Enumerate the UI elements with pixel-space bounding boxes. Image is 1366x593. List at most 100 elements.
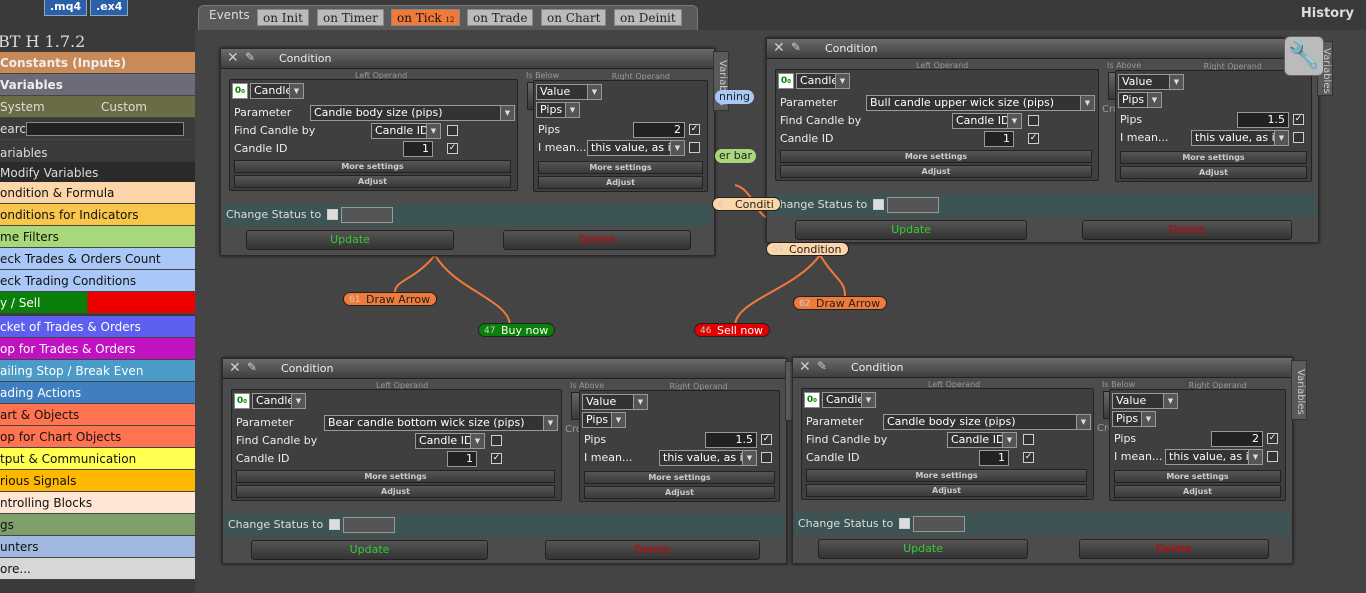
status-select[interactable]	[341, 207, 393, 223]
status-checkbox[interactable]	[873, 199, 884, 210]
adjust-button[interactable]: Adjust	[1120, 166, 1307, 179]
left-type-select[interactable]: Candle ▼	[822, 392, 876, 408]
close-icon[interactable]: ✕	[799, 359, 811, 375]
sidebar-item[interactable]: Variables	[0, 74, 195, 96]
sidebar-item[interactable]: gs	[0, 514, 195, 536]
status-checkbox[interactable]	[329, 519, 340, 530]
pin-icon[interactable]: ✎	[245, 50, 255, 64]
pips-checkbox[interactable]: ✓	[1267, 433, 1278, 444]
sidebar-item[interactable]: op for Chart Objects	[0, 426, 195, 448]
draw-arrow-node[interactable]: 62 Draw Arrow	[793, 296, 888, 310]
adjust-button[interactable]: Adjust	[1114, 485, 1281, 498]
delete-button[interactable]: Delete	[1082, 220, 1292, 240]
candle-id-input[interactable]: 1	[984, 131, 1014, 147]
i-mean-select[interactable]: this value, as is ▼	[1165, 449, 1263, 465]
sidebar-item[interactable]: me Filters	[0, 226, 195, 248]
adjust-button[interactable]: Adjust	[236, 485, 555, 498]
pin-icon[interactable]: ✎	[791, 40, 801, 54]
parameter-select[interactable]: Candle body size (pips) ▼	[883, 414, 1091, 430]
running-node[interactable]: nning	[715, 90, 754, 104]
pips-input[interactable]: 1.5	[1237, 112, 1289, 128]
sidebar-item[interactable]: art & Objects	[0, 404, 195, 426]
variables-tab[interactable]: Variables	[1291, 360, 1307, 420]
sidebar-item[interactable]: ailing Stop / Break Even	[0, 360, 195, 382]
left-type-select[interactable]: Candle ▼	[250, 83, 304, 99]
sidebar-item[interactable]: y / Sell	[0, 292, 195, 314]
update-button[interactable]: Update	[246, 230, 454, 250]
close-icon[interactable]: ✕	[773, 40, 785, 56]
ex4-button[interactable]: .ex4	[90, 0, 129, 16]
status-select[interactable]	[887, 197, 939, 213]
left-type-select[interactable]: Candle ▼	[252, 393, 306, 409]
status-checkbox[interactable]	[899, 518, 910, 529]
more-settings-button[interactable]: More settings	[538, 161, 703, 174]
sidebar-item[interactable]: unters	[0, 536, 195, 558]
i-mean-select[interactable]: this value, as is ▼	[1191, 130, 1289, 146]
candle-id-checkbox[interactable]: ✓	[447, 143, 458, 154]
adjust-button[interactable]: Adjust	[538, 176, 703, 189]
tab-on-trade[interactable]: on Trade	[467, 9, 534, 26]
draw-arrow-node[interactable]: 61 Draw Arrow	[343, 292, 438, 306]
mq4-button[interactable]: .mq4	[44, 0, 88, 16]
tab-on-deinit[interactable]: on Deinit	[614, 9, 682, 26]
unit-select[interactable]: Pips ▼	[582, 412, 626, 428]
sidebar-item[interactable]: ondition & Formula	[0, 182, 195, 204]
candle-id-input[interactable]: 1	[447, 451, 477, 467]
i-mean-checkbox[interactable]	[761, 452, 772, 463]
panel-header[interactable]: ✕ ✎ Condition	[767, 39, 1318, 59]
close-icon[interactable]: ✕	[227, 50, 239, 66]
history-button[interactable]: History	[1301, 6, 1354, 21]
more-settings-button[interactable]: More settings	[1120, 151, 1307, 164]
sidebar-item[interactable]: Constants (Inputs)	[0, 52, 195, 74]
parameter-select[interactable]: Candle body size (pips) ▼	[310, 105, 515, 121]
buy-now-node[interactable]: 47 Buy now	[478, 323, 556, 337]
sidebar-item[interactable]: System	[0, 96, 97, 118]
wrench-icon[interactable]: 🔧	[1284, 36, 1324, 76]
find-checkbox[interactable]	[1023, 434, 1034, 445]
sidebar-item[interactable]: eck Trading Conditions	[0, 270, 195, 292]
candle-id-input[interactable]: 1	[979, 450, 1009, 466]
unit-select[interactable]: Pips ▼	[536, 102, 580, 118]
candle-id-checkbox[interactable]: ✓	[1028, 133, 1039, 144]
i-mean-checkbox[interactable]	[689, 142, 700, 153]
sidebar-item[interactable]: ariables	[0, 142, 195, 164]
condition-node[interactable]: 4 Conditi	[712, 197, 781, 211]
condition-panel[interactable]: ✕ ✎ Condition Left Operand Is Above Righ…	[766, 38, 1333, 243]
delete-button[interactable]: Delete	[503, 230, 691, 250]
sidebar-item[interactable]: Modify Variables	[0, 162, 195, 184]
delete-button[interactable]: Delete	[545, 540, 760, 560]
find-checkbox[interactable]	[491, 435, 502, 446]
candle-id-input[interactable]: 1	[403, 141, 433, 157]
close-icon[interactable]: ✕	[229, 360, 241, 376]
parameter-select[interactable]: Bear candle bottom wick size (pips) ▼	[324, 415, 558, 431]
i-mean-checkbox[interactable]	[1267, 451, 1278, 462]
sidebar-item[interactable]: Custom	[97, 96, 195, 118]
right-type-select[interactable]: Value ▼	[582, 394, 648, 410]
per-bar-node[interactable]: er bar	[715, 149, 757, 163]
unit-select[interactable]: Pips ▼	[1112, 411, 1156, 427]
condition-node[interactable]: 59 Condition	[766, 242, 849, 256]
i-mean-select[interactable]: this value, as is ▼	[587, 140, 685, 156]
tab-on-init[interactable]: on Init	[257, 9, 309, 26]
sidebar-item[interactable]: cket of Trades & Orders	[0, 316, 195, 338]
condition-panel[interactable]: ✕ ✎ Condition Left Operand Is Above Righ…	[222, 358, 801, 564]
sidebar-item[interactable]: eck Trades & Orders Count	[0, 248, 195, 270]
adjust-button[interactable]: Adjust	[780, 165, 1092, 178]
status-select[interactable]	[913, 516, 965, 532]
more-settings-button[interactable]: More settings	[1114, 470, 1281, 483]
adjust-button[interactable]: Adjust	[234, 175, 511, 188]
sidebar-item[interactable]: ntrolling Blocks	[0, 492, 195, 514]
pips-input[interactable]: 2	[633, 122, 685, 138]
update-button[interactable]: Update	[795, 220, 1027, 240]
i-mean-select[interactable]: this value, as is ▼	[659, 450, 757, 466]
candle-id-checkbox[interactable]: ✓	[491, 453, 502, 464]
pips-checkbox[interactable]: ✓	[761, 434, 772, 445]
more-settings-button[interactable]: More settings	[584, 471, 775, 484]
delete-button[interactable]: Delete	[1079, 539, 1269, 559]
search-input[interactable]	[26, 122, 184, 136]
right-type-select[interactable]: Value ▼	[1112, 393, 1178, 409]
sidebar-item[interactable]: ore...	[0, 558, 195, 580]
find-candle-select[interactable]: Candle ID ▼	[952, 113, 1022, 129]
i-mean-checkbox[interactable]	[1293, 132, 1304, 143]
pips-checkbox[interactable]: ✓	[689, 124, 700, 135]
